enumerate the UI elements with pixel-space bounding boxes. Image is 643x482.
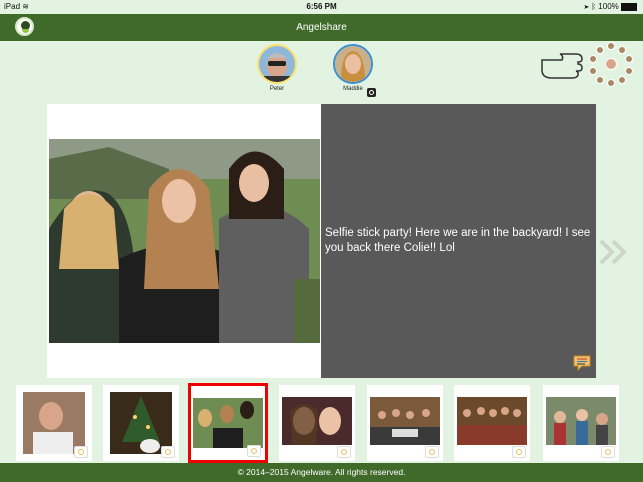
thumbnail[interactable] [454, 385, 530, 461]
status-bar: iPad ≋ 6:56 PM ➤ ᛒ 100% [0, 0, 643, 14]
friend-dot [607, 42, 615, 50]
thumbnail-image [457, 397, 527, 445]
nav-title: Angelshare [296, 22, 347, 33]
thumbnail[interactable] [543, 385, 619, 461]
friends-circle[interactable] [588, 42, 633, 87]
photo-icon [247, 445, 261, 457]
thumbnail[interactable] [279, 385, 355, 461]
thumbnail-image [193, 398, 263, 448]
friend-dot [589, 55, 597, 63]
thumbnail[interactable] [103, 385, 179, 461]
thumbnail-image [546, 397, 616, 445]
thumbnail-image [282, 397, 352, 445]
friend-dot [618, 46, 626, 54]
footer-copyright: © 2014–2015 Angelware. All rights reserv… [0, 463, 643, 482]
friend-dot [607, 79, 615, 87]
thumbnail[interactable] [367, 385, 443, 461]
avatar [333, 44, 373, 84]
clock: 6:56 PM [306, 2, 337, 11]
friend-dot [618, 76, 626, 84]
status-right: ➤ ᛒ 100% [584, 2, 637, 11]
maddie-avatar-image [335, 46, 371, 82]
person-peter[interactable]: Peter [247, 44, 307, 92]
thumbnail-strip [0, 383, 643, 463]
friend-dot [596, 76, 604, 84]
post-caption: Selfie stick party! Here we are in the b… [325, 227, 591, 254]
comments-icon[interactable] [573, 355, 591, 371]
next-arrow-icon[interactable] [599, 239, 629, 265]
bluetooth-icon: ᛒ [591, 2, 597, 11]
person-maddie[interactable]: Maddie [323, 44, 383, 97]
peter-avatar-image [259, 46, 295, 82]
video-icon [74, 446, 88, 458]
thumbnail-image [23, 392, 85, 454]
thumbnail-image [110, 392, 172, 454]
nav-bar: Angelshare [0, 14, 643, 41]
avatar [257, 44, 297, 84]
post-photo[interactable] [49, 139, 320, 343]
battery-percent: 100% [598, 2, 619, 11]
location-icon: ➤ [584, 2, 590, 11]
friend-dot [625, 55, 633, 63]
pointing-hand-icon[interactable] [540, 50, 584, 82]
battery-icon [621, 2, 637, 11]
photo-icon [601, 446, 615, 458]
friend-dot [596, 46, 604, 54]
friend-dot [589, 67, 597, 75]
thumbnail-image [370, 397, 440, 445]
photo-icon [337, 446, 351, 458]
photo-icon [512, 446, 526, 458]
thumbnail-selected[interactable] [188, 383, 268, 463]
thumbnail[interactable] [16, 385, 92, 461]
person-name: Peter [269, 86, 285, 92]
instagram-icon [367, 88, 376, 97]
photo-icon [425, 446, 439, 458]
photo-icon [161, 446, 175, 458]
selfie-photo-image [49, 139, 320, 343]
friend-dot [625, 67, 633, 75]
center-friend-avatar [605, 58, 617, 70]
